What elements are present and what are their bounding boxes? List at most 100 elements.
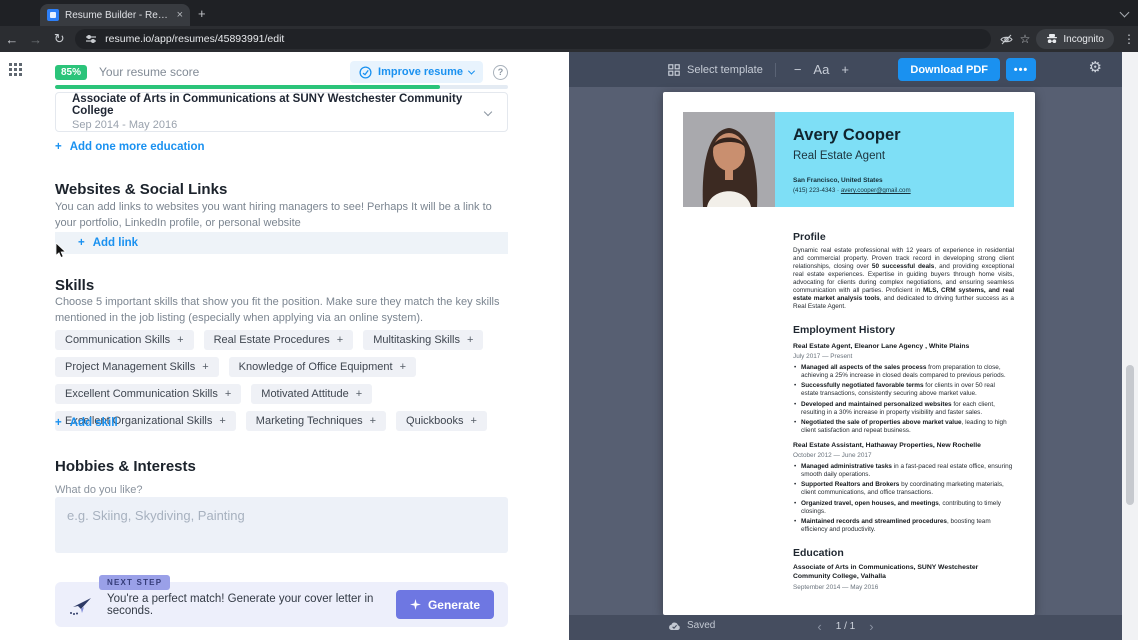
preview-eye-off-icon[interactable] bbox=[999, 32, 1014, 47]
font-size-decrease-button[interactable]: − bbox=[788, 62, 808, 77]
job-bullets: Managed all aspects of the sales process… bbox=[793, 364, 1014, 436]
plus-icon: + bbox=[225, 388, 231, 400]
education-accordion-item[interactable]: Associate of Arts in Communications at S… bbox=[55, 92, 508, 132]
resume-io-favicon bbox=[47, 9, 59, 21]
score-badge: 85% bbox=[55, 65, 87, 80]
hobbies-section-heading: Hobbies & Interests bbox=[55, 458, 508, 475]
help-icon[interactable]: ? bbox=[493, 65, 508, 80]
browser-tab[interactable]: Resume Builder - Resume.io × bbox=[40, 4, 190, 26]
browser-menu-icon[interactable]: ⋮ bbox=[1120, 32, 1138, 46]
hobbies-field-label: What do you like? bbox=[55, 484, 508, 496]
window-scrollbar[interactable] bbox=[1122, 52, 1138, 640]
resume-header-band: Avery Cooper Real Estate Agent San Franc… bbox=[775, 112, 1014, 207]
template-grid-icon bbox=[668, 64, 680, 76]
resume-bullet: Managed administrative tasks in a fast-p… bbox=[793, 463, 1014, 479]
apps-grid-icon[interactable] bbox=[9, 63, 22, 76]
education-item-title: Associate of Arts in Communications at S… bbox=[72, 93, 485, 117]
chevron-down-icon[interactable] bbox=[484, 108, 492, 116]
plus-icon: + bbox=[467, 334, 473, 346]
plus-icon: + bbox=[202, 361, 208, 373]
resume-header: Avery Cooper Real Estate Agent San Franc… bbox=[683, 112, 1014, 207]
resume-location: San Francisco, United States bbox=[793, 177, 1014, 184]
improve-resume-button[interactable]: Improve resume bbox=[350, 61, 483, 83]
next-step-banner: NEXT STEP You're a perfect match! Genera… bbox=[55, 582, 508, 627]
skill-chip-label: Real Estate Procedures bbox=[214, 334, 330, 346]
tab-title: Resume Builder - Resume.io bbox=[65, 10, 171, 21]
job-dates: October 2012 — June 2017 bbox=[793, 452, 1014, 459]
forward-icon[interactable]: → bbox=[24, 32, 48, 47]
resume-body: Profile Dynamic real estate professional… bbox=[793, 231, 1014, 591]
skill-chip[interactable]: Multitasking Skills + bbox=[363, 330, 483, 350]
skills-section-description: Choose 5 important skills that show you … bbox=[55, 294, 508, 326]
resume-preview-panel: Select template − Aa + Download PDF ••• … bbox=[569, 52, 1122, 640]
preview-toolbar: Select template − Aa + Download PDF ••• … bbox=[569, 52, 1122, 87]
gauge-icon bbox=[359, 66, 372, 79]
education-heading: Education bbox=[793, 547, 1014, 559]
next-step-badge: NEXT STEP bbox=[99, 575, 170, 590]
score-label: Your resume score bbox=[99, 65, 199, 79]
improve-resume-label: Improve resume bbox=[378, 66, 463, 78]
generate-button[interactable]: Generate bbox=[396, 590, 494, 619]
skill-chip[interactable]: Project Management Skills+ bbox=[55, 357, 219, 377]
new-tab-button[interactable]: + bbox=[198, 6, 206, 21]
skill-chip[interactable]: Motivated Attitude+ bbox=[251, 384, 372, 404]
resume-phone: (415) 223-4343 bbox=[793, 187, 835, 194]
download-pdf-button[interactable]: Download PDF bbox=[898, 58, 1000, 81]
resume-email[interactable]: avery.cooper@gmail.com bbox=[841, 187, 911, 194]
skill-chip-label: Excellent Communication Skills bbox=[65, 388, 218, 400]
previous-page-icon[interactable]: ‹ bbox=[817, 620, 821, 633]
incognito-label: Incognito bbox=[1063, 34, 1104, 45]
job-dates: July 2017 — Present bbox=[793, 353, 1014, 360]
mouse-cursor bbox=[55, 242, 67, 259]
browser-toolbar: ← → ↻ resume.io/app/resumes/45893991/edi… bbox=[0, 26, 1138, 52]
add-education-label: Add one more education bbox=[70, 141, 205, 153]
profile-paragraph: Dynamic real estate professional with 12… bbox=[793, 247, 1014, 311]
add-link-row[interactable]: + Add link bbox=[55, 232, 508, 254]
url-text[interactable]: resume.io/app/resumes/45893991/edit bbox=[105, 33, 284, 45]
separator-dot: · bbox=[837, 187, 839, 194]
add-skill-label: Add skill bbox=[70, 417, 118, 429]
plus-icon: + bbox=[55, 141, 62, 153]
scrollbar-thumb[interactable] bbox=[1126, 365, 1134, 505]
next-step-message: You're a perfect match! Generate your co… bbox=[107, 593, 396, 617]
resume-contact-line: (415) 223-4343 · avery.cooper@gmail.com bbox=[793, 187, 1014, 194]
plus-icon: + bbox=[177, 334, 183, 346]
more-options-button[interactable]: ••• bbox=[1006, 58, 1036, 81]
bookmark-star-icon[interactable]: ☆ bbox=[1020, 32, 1031, 46]
gear-icon[interactable]: ⚙ bbox=[1089, 60, 1102, 75]
profile-photo bbox=[683, 112, 775, 207]
links-section-heading: Websites & Social Links bbox=[55, 181, 508, 198]
site-settings-icon[interactable] bbox=[85, 33, 97, 45]
education-item-dates: Sep 2014 - May 2016 bbox=[72, 119, 485, 131]
skills-section-heading: Skills bbox=[55, 277, 508, 294]
tab-close-icon[interactable]: × bbox=[177, 10, 183, 21]
resume-job-title: Real Estate Agent bbox=[793, 150, 1014, 162]
incognito-badge: Incognito bbox=[1036, 29, 1114, 49]
reload-icon[interactable]: ↻ bbox=[47, 31, 71, 47]
resume-page[interactable]: Avery Cooper Real Estate Agent San Franc… bbox=[663, 92, 1035, 615]
plus-icon: + bbox=[78, 237, 85, 249]
skill-chip[interactable]: Excellent Communication Skills + bbox=[55, 384, 241, 404]
skill-chip[interactable]: Communication Skills+ bbox=[55, 330, 194, 350]
select-template-button[interactable]: Select template bbox=[668, 64, 763, 76]
skill-chip-label: Knowledge of Office Equipment bbox=[239, 361, 393, 373]
paper-plane-icon bbox=[69, 593, 95, 617]
sparkle-icon bbox=[410, 599, 421, 610]
back-icon[interactable]: ← bbox=[0, 32, 24, 47]
resume-editor-panel: 85% Your resume score Improve resume ? bbox=[0, 52, 569, 640]
skill-chip[interactable]: Real Estate Procedures+ bbox=[204, 330, 354, 350]
address-bar[interactable]: resume.io/app/resumes/45893991/edit bbox=[75, 29, 990, 49]
profile-heading: Profile bbox=[793, 231, 1014, 243]
tab-search-chevron-icon[interactable] bbox=[1120, 8, 1130, 18]
font-size-increase-button[interactable]: + bbox=[835, 62, 855, 77]
font-style-button[interactable]: Aa bbox=[807, 62, 835, 77]
resume-bullet: Maintained records and streamlined proce… bbox=[793, 518, 1014, 534]
employment-entries: Real Estate Agent, Eleanor Lane Agency ,… bbox=[793, 343, 1014, 534]
add-skill-link[interactable]: + Add skill bbox=[55, 417, 508, 429]
next-page-icon[interactable]: › bbox=[869, 620, 873, 633]
add-education-link[interactable]: + Add one more education bbox=[55, 141, 508, 153]
resume-bullet: Negotiated the sale of properties above … bbox=[793, 419, 1014, 435]
skill-chip-label: Multitasking Skills bbox=[373, 334, 460, 346]
skill-chip[interactable]: Knowledge of Office Equipment+ bbox=[229, 357, 416, 377]
hobbies-input[interactable] bbox=[55, 497, 508, 553]
